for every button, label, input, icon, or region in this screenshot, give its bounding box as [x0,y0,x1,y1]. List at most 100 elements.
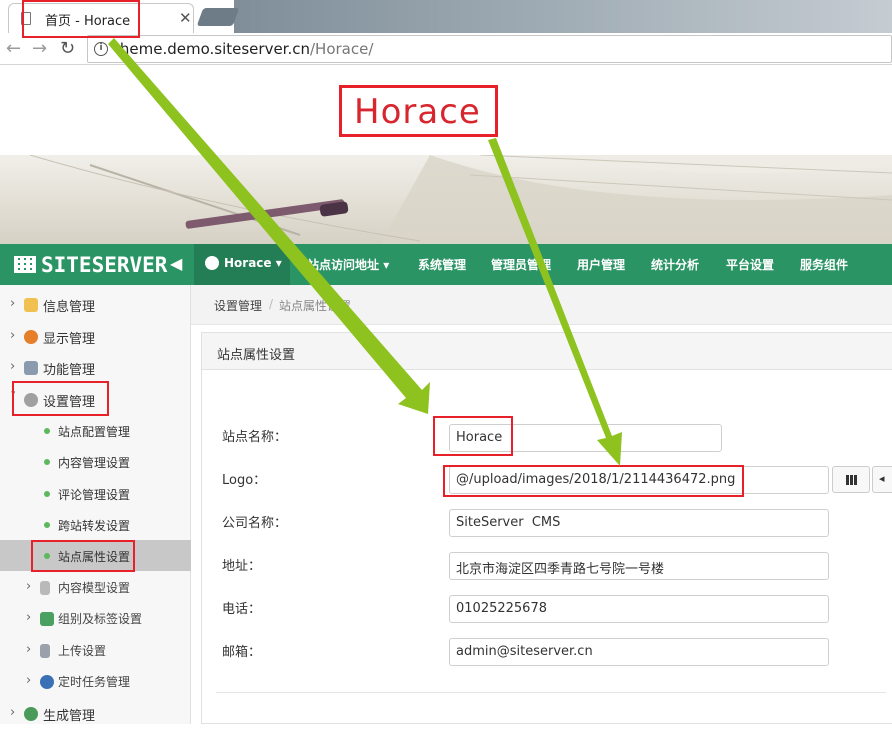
chevron-right-icon: › [26,579,32,594]
bullet-icon [44,459,50,465]
image-select-button[interactable] [832,466,870,493]
sidebar-subitem-label: 站点配置管理 [58,425,131,439]
browser-tab-active[interactable]: 首页 - Horace ✕ [8,3,194,33]
site-logo-text: Horace [354,92,481,132]
sidebar: › 信息管理 › 显示管理 › 功能管理 ˅ 设置管理 站点配置管理 内容管理设… [0,285,191,724]
nav-system[interactable]: 系统管理 [418,256,466,273]
sidebar-group-label: 定时任务管理 [58,675,131,689]
sidebar-subitem-label: 站点属性设置 [58,550,131,564]
info-icon[interactable]: i [94,42,108,56]
sidebar-item-settings[interactable]: ˅ 设置管理 [0,384,191,415]
url-text: theme.demo.siteserver.cn/Horace/ [114,40,374,58]
new-tab-button[interactable] [196,8,240,26]
tab-title: 首页 - Horace [45,14,131,29]
bullet-icon [44,522,50,528]
bullet-icon [44,428,50,434]
gear-icon [24,393,38,407]
logo-label: Logo： [222,473,267,488]
logo-input[interactable]: @/upload/images/2018/1/2114436472.png [449,466,829,494]
sidebar-group-label: 内容模型设置 [58,581,131,595]
nav-platform[interactable]: 平台设置 [726,256,774,273]
breadcrumb: 设置管理 / 站点属性设置 [191,285,892,325]
back-arrow-icon[interactable]: ← [6,38,21,59]
email-input[interactable]: admin@siteserver.cn [449,638,829,666]
form-divider [216,692,886,693]
chevron-right-icon: › [10,705,16,720]
cms-header: SITESERVER ◀ Horace ▾ 站点访问地址 ▾ 系统管理 管理员管… [0,244,892,285]
sidebar-group-upload[interactable]: › 上传设置 [0,635,191,666]
panel-title: 站点属性设置 [217,348,296,363]
sidebar-group-content-model[interactable]: › 内容模型设置 [0,572,191,603]
sidebar-group-label: 组别及标签设置 [58,612,143,626]
phone-label: 电话： [222,602,262,617]
cylinder-icon [40,581,50,595]
collapse-sidebar-icon[interactable]: ◀ [170,254,182,273]
palette-icon [24,330,38,344]
upload-button[interactable]: ◂ [872,466,892,493]
company-input[interactable]: SiteServer CMS [449,509,829,537]
sidebar-subitem-crosssite-settings[interactable]: 跨站转发设置 [0,509,191,540]
reload-icon[interactable]: ↻ [60,38,75,59]
panel-header: 站点属性设置 [202,333,892,370]
chevron-right-icon: › [26,642,32,657]
close-tab-icon[interactable]: ✕ [179,9,192,27]
chevron-right-icon: › [10,359,16,374]
sidebar-group-scheduled-tasks[interactable]: › 定时任务管理 [0,666,191,697]
brand-name[interactable]: SITESERVER [41,253,167,277]
sidebar-item-label: 设置管理 [43,395,96,410]
file-icon [40,644,50,658]
sidebar-subitem-site-attributes[interactable]: 站点属性设置 [0,540,191,571]
sidebar-item-label: 生成管理 [43,709,96,724]
address-bar[interactable]: i theme.demo.siteserver.cn/Horace/ [87,35,892,63]
bullet-icon [44,491,50,497]
forward-arrow-icon[interactable]: → [32,38,47,59]
site-name-label: 站点名称： [222,430,288,445]
site-name-input[interactable]: Horace [449,424,722,452]
grid-icon [846,475,858,485]
globe-icon [205,256,219,270]
org-chart-icon [40,612,54,626]
sidebar-subitem-label: 跨站转发设置 [58,519,131,533]
nav-site-url[interactable]: 站点访问地址 ▾ [307,256,389,273]
folder-icon [24,298,38,312]
nav-stats[interactable]: 统计分析 [651,256,699,273]
chevron-right-icon: › [10,328,16,343]
sidebar-subitem-content-settings[interactable]: 内容管理设置 [0,446,191,477]
sidebar-subitem-comment-settings[interactable]: 评论管理设置 [0,478,191,509]
chevron-right-icon: › [26,673,32,688]
sidebar-group-tags[interactable]: › 组别及标签设置 [0,603,191,634]
sidebar-item-function[interactable]: › 功能管理 [0,352,191,383]
breadcrumb-parent[interactable]: 设置管理 [214,297,262,314]
sidebar-item-generate[interactable]: › 生成管理 [0,698,191,729]
sidebar-group-label: 上传设置 [58,644,107,658]
address-input[interactable]: 北京市海淀区四季青路七号院一号楼 [449,552,829,580]
company-label: 公司名称： [222,516,288,531]
browser-background [234,0,892,33]
phone-input[interactable]: 01025225678 [449,595,829,623]
breadcrumb-current: 站点属性设置 [279,299,352,313]
nav-admin[interactable]: 管理员管理 [491,256,551,273]
address-label: 地址： [222,559,262,574]
site-switch-dropdown[interactable]: Horace ▾ [194,244,290,285]
sidebar-item-display[interactable]: › 显示管理 [0,321,191,352]
sidebar-subitem-label: 评论管理设置 [58,488,131,502]
site-banner-image [0,155,892,245]
sidebar-item-label: 功能管理 [43,363,96,378]
browser-toolbar: ← → ↻ i theme.demo.siteserver.cn/Horace/ [0,33,892,65]
chevron-right-icon: › [10,296,16,311]
sidebar-item-info[interactable]: › 信息管理 [0,289,191,320]
sidebar-subitem-site-config[interactable]: 站点配置管理 [0,415,191,446]
wrench-icon [24,361,38,375]
browser-tab-bar: 首页 - Horace ✕ [0,0,892,33]
site-logo: Horace [339,85,498,137]
breadcrumb-separator: / [269,297,274,311]
page-icon [21,12,31,25]
bullet-icon [44,553,50,559]
site-switch-label: Horace ▾ [224,256,282,270]
clock-icon [40,675,54,689]
sidebar-subitem-label: 内容管理设置 [58,456,131,470]
nav-users[interactable]: 用户管理 [577,256,625,273]
chevron-right-icon: › [26,610,32,625]
chevron-down-icon: ˅ [10,391,17,406]
nav-services[interactable]: 服务组件 [800,256,848,273]
